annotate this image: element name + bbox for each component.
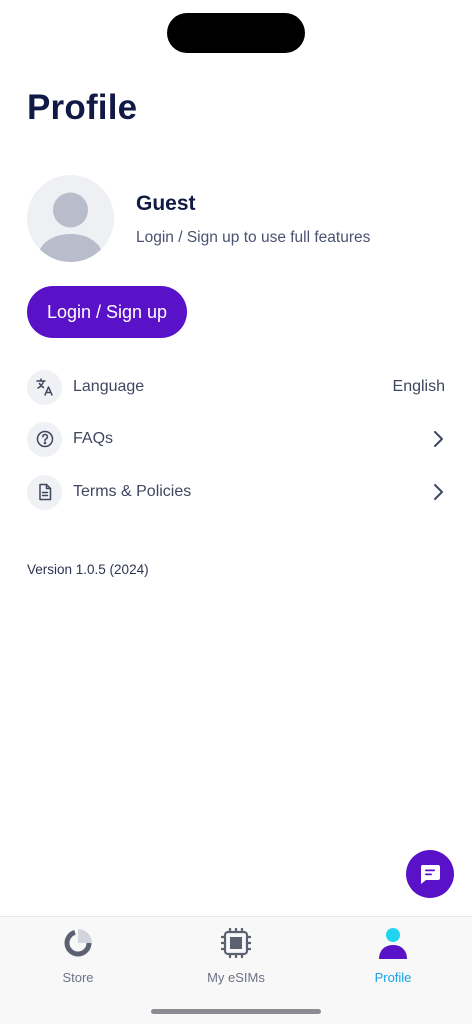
profile-icon <box>375 925 411 961</box>
store-icon <box>60 925 96 961</box>
help-circle-icon <box>27 421 62 457</box>
tab-profile[interactable]: Profile <box>333 925 453 987</box>
chevron-right-icon <box>434 431 443 447</box>
dynamic-island <box>167 13 305 53</box>
menu-label-terms: Terms & Policies <box>73 483 192 500</box>
login-signup-button[interactable]: Login / Sign up <box>27 286 187 338</box>
menu-item-faqs[interactable]: FAQs <box>27 421 447 457</box>
profile-subtitle: Login / Sign up to use full features <box>136 229 371 246</box>
menu-label-faqs: FAQs <box>73 430 114 447</box>
tab-label-my-esims: My eSIMs <box>207 970 265 985</box>
menu-item-language[interactable]: Language English <box>27 369 447 405</box>
app-version: Version 1.0.5 (2024) <box>27 562 149 577</box>
profile-name: Guest <box>136 192 196 215</box>
home-indicator[interactable] <box>151 1009 321 1014</box>
translate-icon <box>27 369 62 405</box>
menu-label-language: Language <box>73 378 145 395</box>
language-value: English <box>392 378 445 395</box>
sim-chip-icon <box>218 925 254 961</box>
user-silhouette-icon <box>38 192 103 262</box>
document-icon <box>27 474 62 510</box>
tab-store[interactable]: Store <box>18 925 138 987</box>
tab-my-esims[interactable]: My eSIMs <box>176 925 296 987</box>
avatar <box>27 175 114 262</box>
chat-bubble-icon <box>420 865 440 884</box>
bottom-tab-bar: Store My eSIMs Profile <box>0 916 472 1024</box>
chat-button[interactable] <box>406 850 454 898</box>
chevron-right-icon <box>434 484 443 500</box>
tab-label-store: Store <box>62 970 94 985</box>
tab-label-profile: Profile <box>374 970 412 985</box>
page-title: Profile <box>27 88 138 127</box>
menu-item-terms-policies[interactable]: Terms & Policies <box>27 474 447 510</box>
